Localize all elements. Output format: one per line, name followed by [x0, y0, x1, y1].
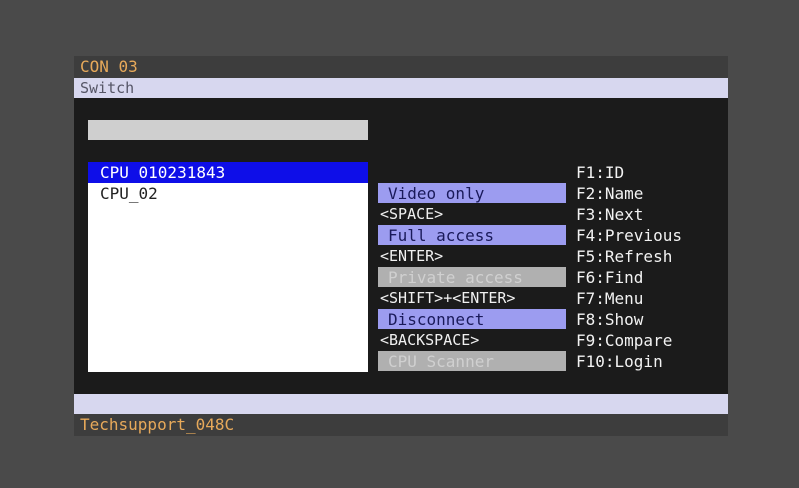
cpu-list-item[interactable]: CPU 010231843: [88, 162, 368, 183]
disconnect-shortcut: <BACKSPACE>: [380, 331, 480, 349]
function-key-login[interactable]: F10:Login: [576, 351, 726, 372]
disconnect-button[interactable]: Disconnect: [378, 309, 566, 329]
cpu-scanner-button: CPU Scanner: [378, 351, 566, 371]
full-access-button[interactable]: Full access: [378, 225, 566, 245]
function-key-id[interactable]: F1:ID: [576, 162, 726, 183]
cpu-list-item[interactable]: CPU_02: [88, 183, 368, 204]
full-access-shortcut: <ENTER>: [380, 247, 444, 265]
function-key-menu[interactable]: F7:Menu: [576, 288, 726, 309]
action-panel: Video only <SPACE> Full access <ENTER> P…: [378, 183, 568, 372]
user-name-footer: Techsupport_048C: [74, 414, 728, 436]
function-key-next[interactable]: F3:Next: [576, 204, 726, 225]
video-only-button[interactable]: Video only: [378, 183, 566, 203]
private-access-shortcut: <SHIFT>+<ENTER>: [380, 289, 516, 307]
cpu-list: CPU 010231843 CPU_02: [88, 162, 368, 372]
private-access-button: Private access: [378, 267, 566, 287]
video-only-shortcut: <SPACE>: [380, 205, 444, 223]
function-key-name[interactable]: F2:Name: [576, 183, 726, 204]
menu-title: Switch: [74, 78, 728, 98]
function-key-show[interactable]: F8:Show: [576, 309, 726, 330]
search-input[interactable]: [88, 120, 368, 140]
kvm-osd-screen: CON 03 Switch CPU 010231843 CPU_02 Video…: [74, 56, 728, 436]
function-key-list: F1:ID F2:Name F3:Next F4:Previous F5:Ref…: [576, 162, 726, 372]
function-key-previous[interactable]: F4:Previous: [576, 225, 726, 246]
function-key-find[interactable]: F6:Find: [576, 267, 726, 288]
function-key-compare[interactable]: F9:Compare: [576, 330, 726, 351]
function-key-refresh[interactable]: F5:Refresh: [576, 246, 726, 267]
status-bar: [74, 394, 728, 414]
console-title: CON 03: [74, 56, 728, 78]
